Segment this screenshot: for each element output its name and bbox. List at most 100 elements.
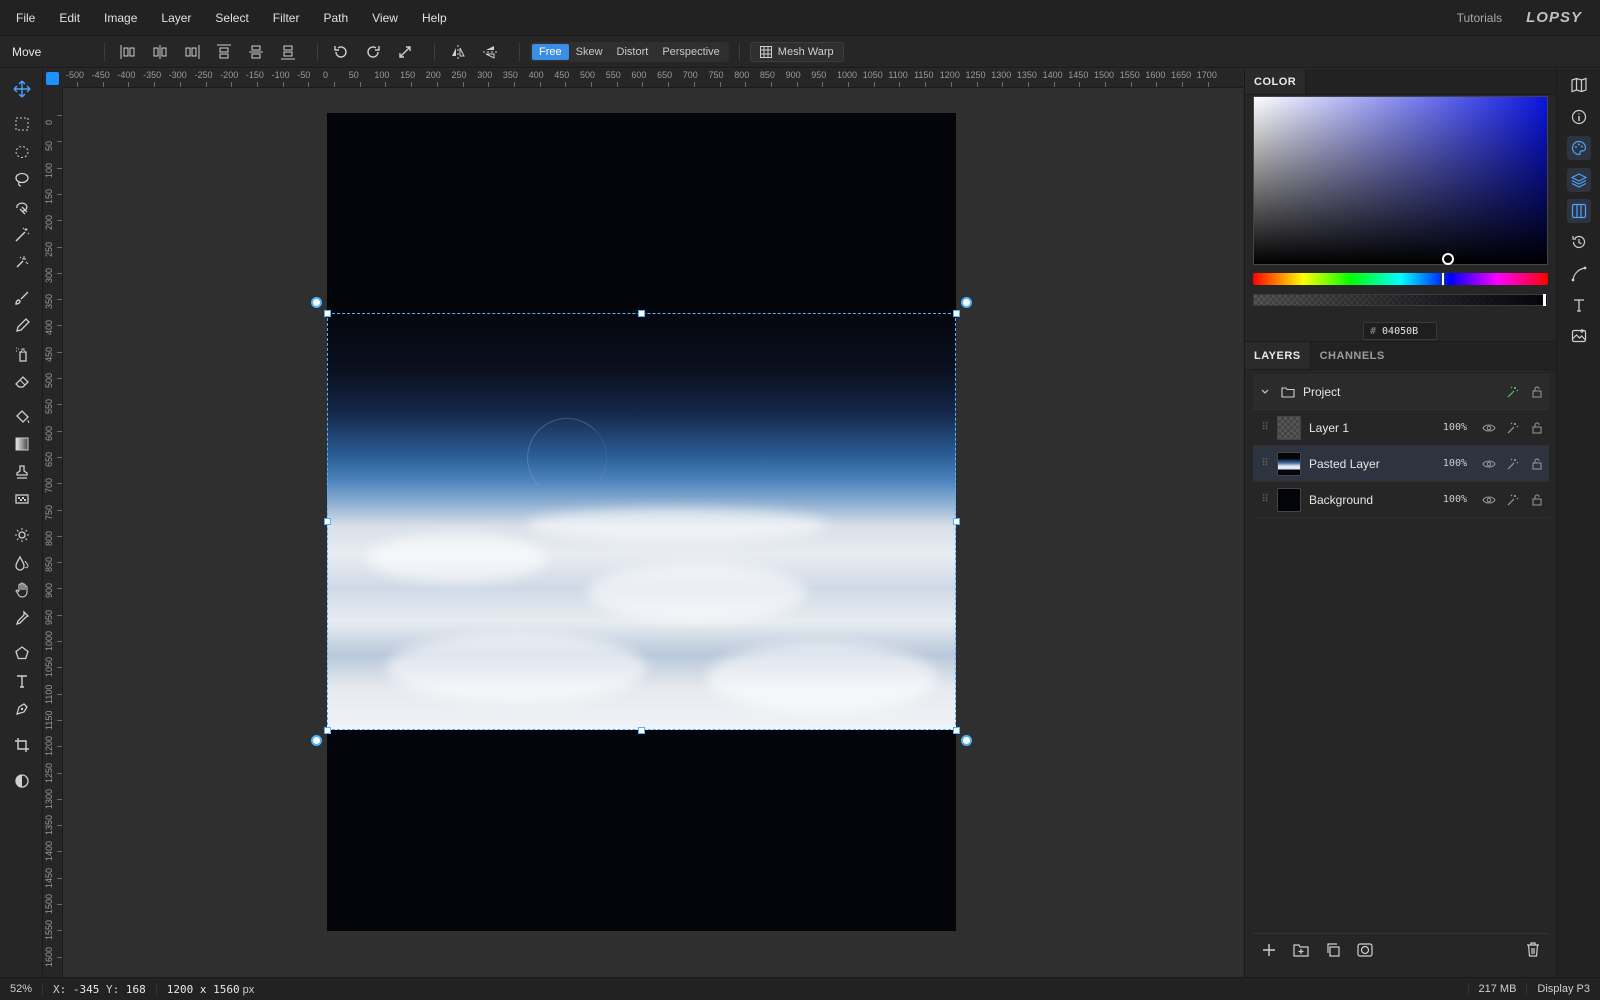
menu-edit[interactable]: Edit (47, 0, 92, 36)
rotate-handle[interactable] (960, 296, 972, 308)
eraser-icon[interactable] (10, 369, 34, 393)
crop-icon[interactable] (10, 733, 34, 757)
pencil-icon[interactable] (10, 314, 34, 338)
transform-handle[interactable] (323, 726, 331, 734)
mesh-warp-button[interactable]: Mesh Warp (749, 41, 844, 62)
duplicate-icon[interactable] (1317, 942, 1349, 957)
text-icon[interactable] (10, 669, 34, 693)
transform-handle[interactable] (638, 309, 645, 317)
lock-icon[interactable] (1525, 493, 1549, 506)
canvas-area[interactable] (63, 88, 1243, 977)
flip-horizontal-icon[interactable] (445, 41, 471, 63)
mode-skew[interactable]: Skew (569, 44, 610, 60)
effects-icon[interactable] (1501, 421, 1525, 435)
rotate-right-icon[interactable] (360, 41, 386, 63)
dodge-icon[interactable] (10, 523, 34, 547)
rotate-left-icon[interactable] (328, 41, 354, 63)
history-icon[interactable] (1567, 230, 1591, 254)
rotate-handle[interactable] (960, 734, 972, 746)
lock-icon[interactable] (1525, 385, 1549, 398)
magnetic-lasso-icon[interactable] (10, 195, 34, 219)
layer-opacity[interactable]: 100% (1435, 458, 1467, 469)
saturation-value-picker[interactable] (1253, 96, 1548, 265)
move-tool-icon[interactable] (10, 77, 34, 101)
menu-help[interactable]: Help (410, 0, 459, 36)
character-icon[interactable] (1567, 293, 1591, 317)
align-center-h-icon[interactable] (147, 41, 173, 63)
ruler-origin-square[interactable] (46, 72, 59, 85)
lock-icon[interactable] (1525, 421, 1549, 434)
new-group-icon[interactable] (1285, 943, 1317, 957)
effects-icon[interactable] (1501, 385, 1525, 399)
pattern-stamp-icon[interactable] (10, 487, 34, 511)
eye-icon[interactable] (1477, 495, 1501, 505)
tutorials-link[interactable]: Tutorials (1457, 11, 1503, 25)
smudge-icon[interactable] (10, 578, 34, 602)
palette-icon[interactable] (1567, 136, 1591, 160)
navigator-map-icon[interactable] (1567, 73, 1591, 97)
drag-handle-icon[interactable]: ⠿ (1253, 458, 1277, 469)
lasso-icon[interactable] (10, 167, 34, 191)
tab-channels[interactable]: CHANNELS (1311, 342, 1394, 369)
menu-filter[interactable]: Filter (261, 0, 312, 36)
layer-row-background[interactable]: ⠿ Background 100% (1253, 482, 1549, 518)
eye-icon[interactable] (1477, 459, 1501, 469)
alpha-slider-handle[interactable] (1543, 294, 1546, 306)
tab-layers[interactable]: LAYERS (1245, 342, 1311, 369)
gradient-icon[interactable] (10, 432, 34, 456)
layer-group-project[interactable]: Project (1253, 374, 1549, 410)
hue-slider-handle[interactable] (1441, 272, 1445, 286)
color-picker-cursor[interactable] (1442, 253, 1454, 265)
mask-icon[interactable] (1349, 942, 1381, 957)
drag-handle-icon[interactable]: ⠿ (1253, 422, 1277, 433)
ellipse-select-icon[interactable] (10, 140, 34, 164)
flip-vertical-icon[interactable] (477, 41, 503, 63)
stamp-icon[interactable] (10, 460, 34, 484)
effects-icon[interactable] (1501, 457, 1525, 471)
eye-icon[interactable] (1477, 423, 1501, 433)
transform-handle[interactable] (638, 726, 645, 734)
hue-slider[interactable] (1253, 272, 1548, 286)
blur-icon[interactable] (10, 551, 34, 575)
mode-perspective[interactable]: Perspective (655, 44, 726, 60)
menu-path[interactable]: Path (311, 0, 360, 36)
color-panel-title[interactable]: COLOR (1245, 69, 1307, 94)
transform-selection-box[interactable] (327, 313, 956, 730)
hex-value[interactable]: 04050B (1382, 326, 1418, 337)
add-layer-icon[interactable] (1253, 943, 1285, 957)
magic-wand-icon[interactable] (10, 223, 34, 247)
transform-handle[interactable] (952, 309, 960, 317)
rotate-handle[interactable] (310, 296, 322, 308)
layer-opacity[interactable]: 100% (1435, 422, 1467, 433)
menu-layer[interactable]: Layer (149, 0, 203, 36)
menu-select[interactable]: Select (203, 0, 260, 36)
mode-distort[interactable]: Distort (610, 44, 656, 60)
lock-icon[interactable] (1525, 457, 1549, 470)
chevron-down-icon[interactable] (1253, 387, 1277, 397)
align-right-icon[interactable] (179, 41, 205, 63)
alpha-slider[interactable] (1253, 294, 1548, 306)
pen-icon[interactable] (10, 697, 34, 721)
zoom-level[interactable]: 52% (0, 983, 43, 995)
transform-handle[interactable] (952, 726, 960, 734)
layer-row-pasted-layer[interactable]: ⠿ Pasted Layer 100% (1253, 446, 1549, 482)
menu-view[interactable]: View (360, 0, 410, 36)
rotate-handle[interactable] (310, 734, 322, 746)
align-middle-icon[interactable] (243, 41, 269, 63)
polygon-icon[interactable] (10, 641, 34, 665)
paths-icon[interactable] (1567, 262, 1591, 286)
layer-opacity[interactable]: 100% (1435, 494, 1467, 505)
hex-input[interactable]: # 04050B (1363, 322, 1437, 340)
align-left-icon[interactable] (115, 41, 141, 63)
menu-image[interactable]: Image (92, 0, 149, 36)
layer-row-layer-1[interactable]: ⠿ Layer 1 100% (1253, 410, 1549, 446)
rect-select-icon[interactable] (10, 112, 34, 136)
transform-handle[interactable] (952, 518, 960, 525)
transform-handle[interactable] (323, 518, 331, 525)
color-profile[interactable]: Display P3 (1526, 983, 1600, 995)
drag-handle-icon[interactable]: ⠿ (1253, 494, 1277, 505)
layers-icon[interactable] (1567, 168, 1591, 192)
align-top-icon[interactable] (211, 41, 237, 63)
channels-icon[interactable] (1567, 199, 1591, 223)
contrast-icon[interactable] (10, 769, 34, 793)
